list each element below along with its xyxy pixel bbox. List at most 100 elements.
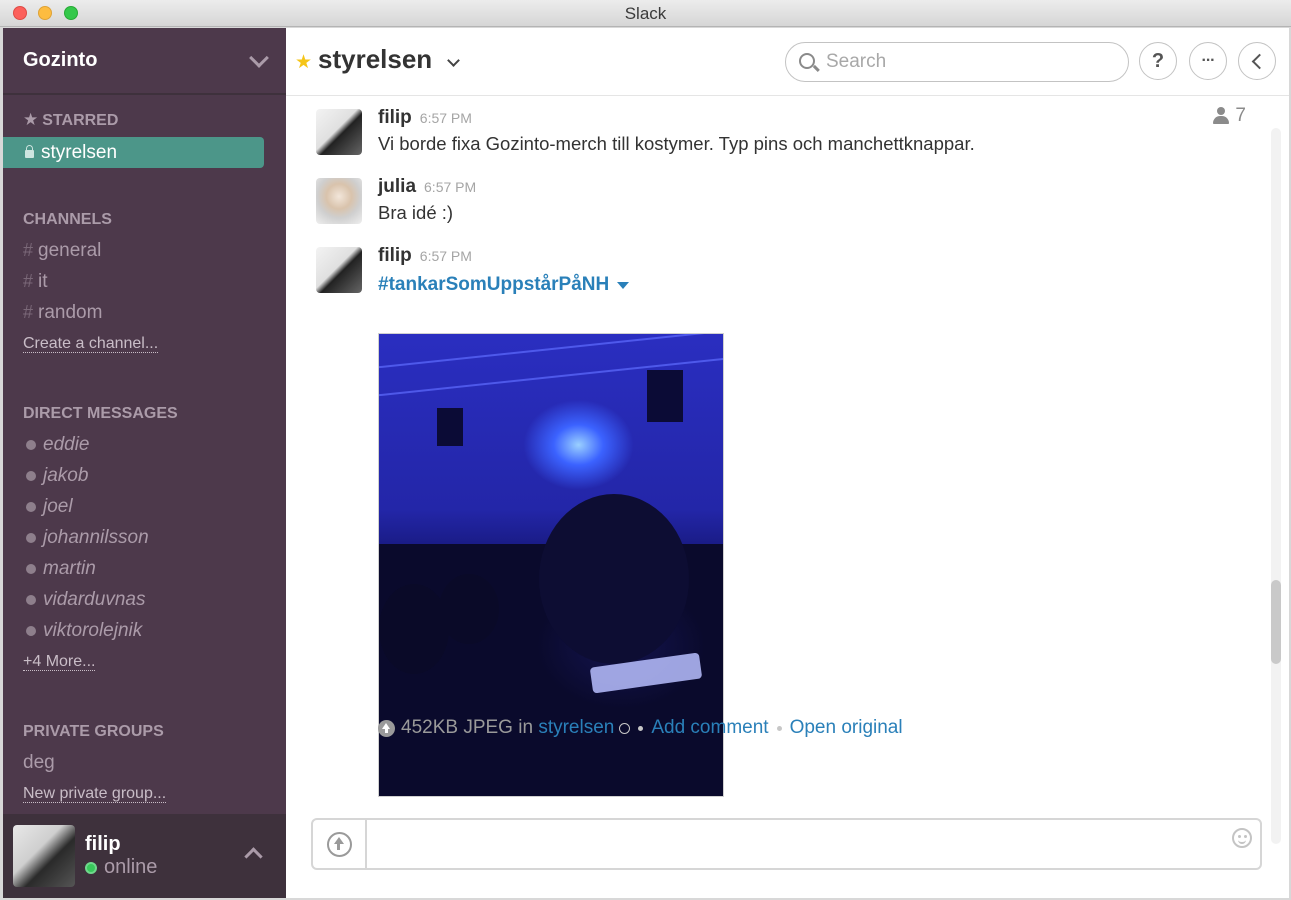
team-name: Gozinto bbox=[23, 49, 98, 71]
sidebar-item-random[interactable]: # random bbox=[3, 297, 286, 328]
message-input[interactable] bbox=[367, 820, 1260, 868]
avatar[interactable] bbox=[316, 109, 362, 155]
file-in-label: in bbox=[518, 717, 534, 738]
caret-down-icon[interactable] bbox=[617, 281, 630, 289]
dm-item-eddie[interactable]: eddie bbox=[3, 429, 286, 460]
avatar bbox=[13, 825, 75, 887]
channels-section: CHANNELS # general # it # random Create a c… bbox=[3, 208, 286, 359]
hash-icon: # bbox=[23, 240, 34, 260]
file-meta: 452KB JPEG in styrelsen Add comment Open… bbox=[378, 717, 903, 739]
private-groups-title[interactable]: PRIVATE GROUPS bbox=[3, 720, 286, 744]
chevron-up-icon bbox=[244, 847, 263, 866]
chevron-down-icon[interactable] bbox=[447, 54, 460, 67]
presence-icon bbox=[26, 470, 36, 481]
separator-dot bbox=[776, 725, 782, 731]
message-text: Vi borde fixa Gozinto-merch till kostyme… bbox=[378, 133, 975, 154]
chevron-left-icon bbox=[1251, 53, 1268, 69]
more-button[interactable]: ··· bbox=[1189, 42, 1227, 80]
add-comment-link[interactable]: Add comment bbox=[651, 717, 768, 739]
search-box[interactable]: Search bbox=[785, 42, 1129, 82]
team-menu[interactable]: Gozinto bbox=[3, 28, 286, 95]
star-icon: ★ bbox=[23, 110, 39, 129]
presence-icon bbox=[26, 625, 36, 636]
main-panel: ★ styrelsen Search ? ··· 7 filip 6:57 PM … bbox=[286, 28, 1289, 898]
upload-icon bbox=[378, 719, 395, 737]
avatar[interactable] bbox=[316, 178, 362, 224]
message-list: 7 filip 6:57 PM Vi borde fixa Gozinto-mer… bbox=[286, 97, 1276, 810]
message-time[interactable]: 6:57 PM bbox=[424, 179, 476, 195]
dm-item-joel[interactable]: joel bbox=[3, 491, 286, 522]
message-composer bbox=[311, 818, 1262, 870]
window-titlebar: Slack bbox=[0, 0, 1291, 27]
presence-icon bbox=[26, 439, 36, 450]
channels-title[interactable]: CHANNELS bbox=[3, 208, 286, 232]
message-author[interactable]: filip bbox=[378, 245, 412, 266]
message-file-share: filip 6:57 PM #tankarSomUppstårPåNH 452KB… bbox=[316, 245, 1216, 805]
message-author[interactable]: filip bbox=[378, 107, 412, 128]
presence-status: online bbox=[85, 856, 157, 879]
message-scrollbar[interactable] bbox=[1271, 128, 1281, 844]
share-icon[interactable] bbox=[619, 722, 631, 734]
dm-item-jakob[interactable]: jakob bbox=[3, 460, 286, 491]
collapse-flexpane-button[interactable] bbox=[1238, 42, 1276, 80]
online-icon bbox=[85, 861, 97, 874]
dm-item-viktorolejnik[interactable]: viktorolejnik bbox=[3, 615, 286, 646]
window-title: Slack bbox=[624, 4, 667, 23]
file-size-type: 452KB JPEG bbox=[401, 717, 513, 738]
private-groups-section: PRIVATE GROUPS deg New private group... bbox=[3, 720, 286, 809]
user-menu[interactable]: filip online bbox=[3, 814, 286, 898]
more-dms-link[interactable]: +4 More... bbox=[3, 646, 286, 677]
dm-item-johannilsson[interactable]: johannilsson bbox=[3, 522, 286, 553]
create-channel-link[interactable]: Create a channel... bbox=[3, 328, 286, 359]
sidebar: Gozinto ★ STARRED styrelsen CHANNELS # gen… bbox=[3, 28, 286, 898]
direct-messages-title[interactable]: DIRECT MESSAGES bbox=[3, 402, 286, 426]
lock-icon bbox=[25, 145, 34, 158]
message-author[interactable]: julia bbox=[378, 176, 416, 197]
direct-messages-section: DIRECT MESSAGES eddie jakob joel johanni… bbox=[3, 402, 286, 677]
search-icon bbox=[799, 53, 815, 69]
file-title-link[interactable]: #tankarSomUppstårPåNH bbox=[378, 274, 1228, 296]
scrollbar-thumb[interactable] bbox=[1271, 580, 1281, 664]
open-original-link[interactable]: Open original bbox=[790, 717, 903, 739]
close-window-button[interactable] bbox=[13, 6, 27, 20]
emoji-icon[interactable] bbox=[1232, 828, 1252, 848]
sidebar-item-styrelsen[interactable]: styrelsen bbox=[3, 137, 264, 168]
maximize-window-button[interactable] bbox=[64, 6, 78, 20]
upload-arrow-icon bbox=[326, 831, 352, 857]
message-text: Bra idé :) bbox=[378, 202, 454, 223]
presence-icon bbox=[26, 532, 36, 543]
hash-icon: # bbox=[23, 302, 34, 322]
starred-section: ★ STARRED styrelsen bbox=[3, 108, 286, 168]
file-channel-link[interactable]: styrelsen bbox=[538, 717, 614, 739]
crowd-head bbox=[379, 584, 449, 674]
minimize-window-button[interactable] bbox=[38, 6, 52, 20]
avatar[interactable] bbox=[316, 247, 362, 293]
message-time[interactable]: 6:57 PM bbox=[420, 110, 472, 126]
starred-title: ★ STARRED bbox=[23, 110, 119, 129]
speaker bbox=[437, 408, 463, 446]
separator-dot bbox=[638, 725, 644, 731]
sidebar-item-it[interactable]: # it bbox=[3, 266, 286, 297]
hash-icon: # bbox=[23, 271, 34, 291]
sidebar-item-label: styrelsen bbox=[41, 142, 118, 163]
dm-item-martin[interactable]: martin bbox=[3, 553, 286, 584]
channel-title[interactable]: styrelsen bbox=[318, 44, 432, 75]
sidebar-item-general[interactable]: # general bbox=[3, 235, 286, 266]
help-button[interactable]: ? bbox=[1139, 42, 1177, 80]
channel-header: ★ styrelsen Search ? ··· bbox=[286, 28, 1289, 96]
presence-icon bbox=[26, 501, 36, 512]
crowd-head bbox=[539, 494, 689, 664]
presence-icon bbox=[26, 563, 36, 574]
speaker bbox=[647, 370, 683, 422]
dm-item-vidarduvnas[interactable]: vidarduvnas bbox=[3, 584, 286, 615]
star-icon[interactable]: ★ bbox=[295, 51, 312, 74]
new-private-group-link[interactable]: New private group... bbox=[3, 778, 286, 809]
current-user-name: filip bbox=[85, 833, 121, 855]
chevron-down-icon bbox=[249, 47, 269, 68]
message-time[interactable]: 6:57 PM bbox=[420, 248, 472, 264]
file-upload-button[interactable] bbox=[313, 820, 367, 868]
crowd-head bbox=[439, 574, 499, 644]
sidebar-item-deg[interactable]: deg bbox=[3, 747, 286, 778]
presence-icon bbox=[26, 594, 36, 605]
search-placeholder: Search bbox=[826, 51, 887, 72]
